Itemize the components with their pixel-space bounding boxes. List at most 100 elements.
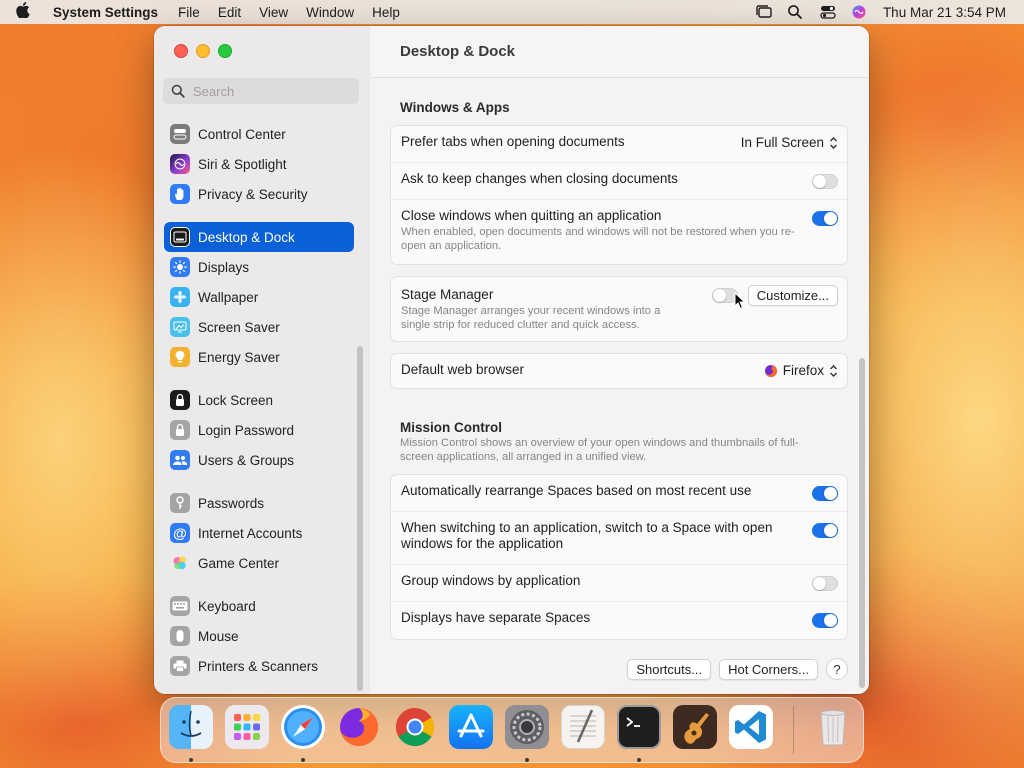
menu-view[interactable]: View	[250, 5, 297, 20]
stage-manager-menu-icon[interactable]	[755, 4, 773, 20]
sidebar-item-siri-spotlight[interactable]: Siri & Spotlight	[164, 149, 354, 179]
main-scrollbar[interactable]	[859, 358, 865, 688]
menu-clock[interactable]: Thu Mar 21 3:54 PM	[883, 5, 1006, 20]
settings-window: Control Center Siri & Spotlight Privacy …	[154, 26, 869, 694]
ask-keep-changes-row: Ask to keep changes when closing documen…	[391, 163, 847, 200]
control-center-menu-icon[interactable]	[819, 4, 837, 20]
sidebar-item-label: Screen Saver	[198, 319, 280, 335]
sidebar-item-label: Users & Groups	[198, 452, 295, 468]
separate-spaces-toggle[interactable]	[812, 613, 838, 628]
mouse-pointer-icon	[734, 292, 746, 310]
sidebar-item-screen-saver[interactable]: Screen Saver	[164, 312, 354, 342]
customize-button[interactable]: Customize...	[747, 285, 838, 306]
sidebar-item-desktop-dock[interactable]: Desktop & Dock	[164, 222, 354, 252]
sidebar-item-label: Lock Screen	[198, 392, 274, 408]
sun-icon	[170, 257, 190, 277]
terminal-icon[interactable]	[617, 705, 661, 749]
minimize-window-button[interactable]	[196, 44, 210, 58]
search-field[interactable]	[163, 78, 359, 104]
lock-icon	[170, 390, 190, 410]
dock-icon	[170, 227, 190, 247]
sidebar-item-printers-scanners[interactable]: Printers & Scanners	[164, 651, 354, 681]
sidebar-item-energy-saver[interactable]: Energy Saver	[164, 342, 354, 372]
sidebar-item-label: Privacy & Security	[198, 186, 308, 202]
trash-icon[interactable]	[811, 705, 855, 749]
menu-edit[interactable]: Edit	[209, 5, 250, 20]
hot-corners-button[interactable]: Hot Corners...	[719, 658, 818, 680]
sidebar-item-label: Keyboard	[198, 598, 256, 614]
auto-rearrange-label: Automatically rearrange Spaces based on …	[401, 483, 752, 498]
help-button[interactable]: ?	[826, 658, 848, 680]
menu-app-name[interactable]: System Settings	[46, 5, 169, 20]
ask-keep-changes-label: Ask to keep changes when closing documen…	[401, 171, 678, 186]
textedit-icon[interactable]	[561, 705, 605, 749]
sidebar-item-label: Displays	[198, 259, 250, 275]
stage-manager-group: Stage Manager Stage Manager arranges you…	[390, 276, 848, 342]
search-input[interactable]	[193, 83, 353, 99]
close-windows-row: Close windows when quitting an applicati…	[391, 200, 847, 264]
flower-icon	[170, 287, 190, 307]
shortcuts-button[interactable]: Shortcuts...	[627, 658, 712, 680]
sidebar-item-keyboard[interactable]: Keyboard	[164, 591, 354, 621]
prefer-tabs-popup[interactable]: In Full Screen	[741, 135, 838, 150]
auto-rearrange-row: Automatically rearrange Spaces based on …	[391, 475, 847, 512]
sidebar-item-wallpaper[interactable]: Wallpaper	[164, 282, 354, 312]
chrome-icon[interactable]	[393, 705, 437, 749]
menu-file[interactable]: File	[169, 5, 209, 20]
key-icon	[170, 493, 190, 513]
sidebar-item-mouse[interactable]: Mouse	[164, 621, 354, 651]
stage-manager-row: Stage Manager Stage Manager arranges you…	[391, 277, 847, 341]
mouse-icon	[170, 626, 190, 646]
sidebar-item-lock-screen[interactable]: Lock Screen	[164, 385, 354, 415]
page-title: Desktop & Dock	[370, 26, 869, 78]
safari-icon[interactable]	[281, 705, 325, 749]
sidebar-item-passwords[interactable]: Passwords	[164, 488, 354, 518]
switch-space-toggle[interactable]	[812, 523, 838, 538]
close-window-button[interactable]	[174, 44, 188, 58]
dock	[160, 697, 864, 763]
keyboard-icon	[170, 596, 190, 616]
sidebar-item-control-center[interactable]: Control Center	[164, 119, 354, 149]
prefer-tabs-label: Prefer tabs when opening documents	[401, 134, 625, 149]
section-title-mission-control: Mission Control	[400, 420, 502, 435]
sidebar-item-privacy-security[interactable]: Privacy & Security	[164, 179, 354, 209]
section-title-windows-apps: Windows & Apps	[400, 100, 510, 115]
close-windows-label: Close windows when quitting an applicati…	[401, 208, 662, 223]
switch-space-label: When switching to an application, switch…	[401, 520, 773, 551]
running-indicator	[189, 758, 193, 762]
finder-icon[interactable]	[169, 705, 213, 749]
sidebar-item-users-groups[interactable]: Users & Groups	[164, 445, 354, 475]
sidebar-scrollbar[interactable]	[357, 346, 363, 691]
app-store-icon[interactable]	[449, 705, 493, 749]
sidebar-item-label: Control Center	[198, 126, 286, 142]
sidebar-item-label: Internet Accounts	[198, 525, 303, 541]
stage-manager-description: Stage Manager arranges your recent windo…	[401, 305, 661, 331]
group-windows-toggle[interactable]	[812, 576, 838, 591]
spotlight-search-icon[interactable]	[787, 4, 805, 20]
zoom-window-button[interactable]	[218, 44, 232, 58]
menu-help[interactable]: Help	[363, 5, 409, 20]
ask-keep-changes-toggle[interactable]	[812, 174, 838, 189]
launchpad-icon[interactable]	[225, 705, 269, 749]
chevron-up-down-icon	[829, 364, 838, 378]
siri-menu-icon[interactable]	[851, 4, 869, 20]
windows-apps-group: Prefer tabs when opening documents In Fu…	[390, 125, 848, 265]
auto-rearrange-toggle[interactable]	[812, 486, 838, 501]
hand-icon	[170, 184, 190, 204]
firefox-icon	[764, 364, 778, 378]
menu-window[interactable]: Window	[297, 5, 363, 20]
apple-menu-icon[interactable]	[0, 2, 46, 22]
sidebar-item-internet-accounts[interactable]: @ Internet Accounts	[164, 518, 354, 548]
users-icon	[170, 450, 190, 470]
sidebar-item-game-center[interactable]: Game Center	[164, 548, 354, 578]
vscode-icon[interactable]	[729, 705, 773, 749]
default-browser-popup[interactable]: Firefox	[764, 363, 838, 378]
close-windows-toggle[interactable]	[812, 211, 838, 226]
firefox-icon[interactable]	[337, 705, 381, 749]
garageband-icon[interactable]	[673, 705, 717, 749]
system-settings-icon[interactable]	[505, 705, 549, 749]
sidebar-item-displays[interactable]: Displays	[164, 252, 354, 282]
screen-saver-icon	[170, 317, 190, 337]
prefer-tabs-value: In Full Screen	[740, 135, 824, 150]
sidebar-item-login-password[interactable]: Login Password	[164, 415, 354, 445]
